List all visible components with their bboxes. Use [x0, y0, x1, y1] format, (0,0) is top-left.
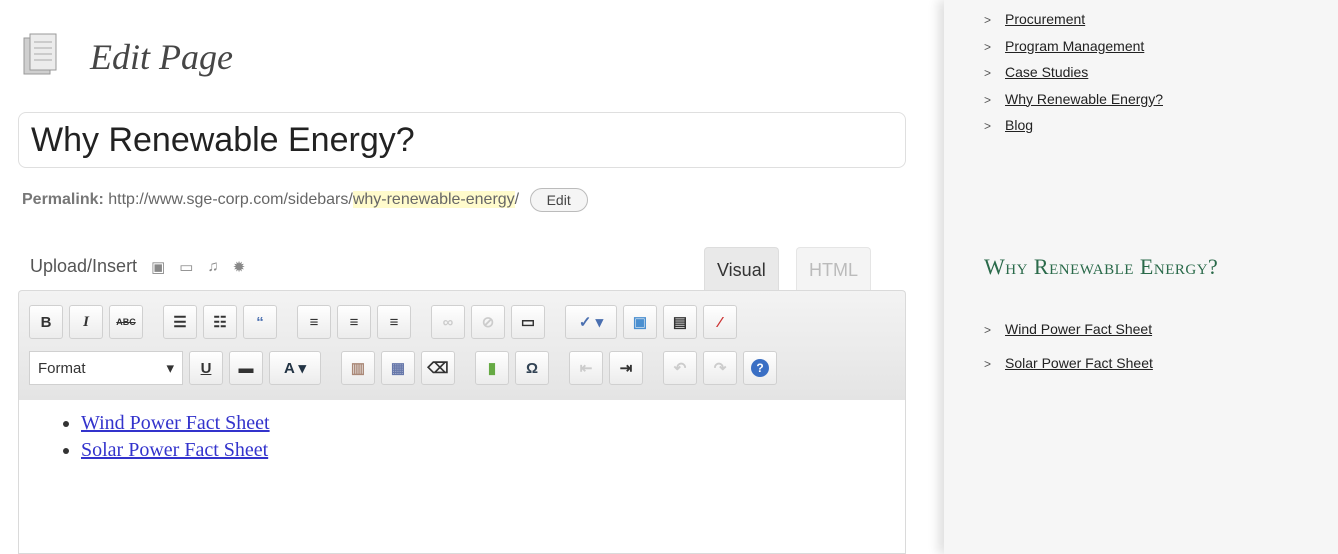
image-icon[interactable]: ▣	[151, 258, 165, 276]
sidebar-link-wind[interactable]: Wind Power Fact Sheet	[1005, 321, 1152, 337]
bullet-list-button[interactable]: ☰	[163, 305, 197, 339]
audio-icon[interactable]: ♫	[207, 258, 218, 275]
more-tag-button[interactable]: ▭	[511, 305, 545, 339]
arrow-icon: >	[984, 66, 992, 80]
redo-button[interactable]: ↷	[703, 351, 737, 385]
sidebar-link-solar[interactable]: Solar Power Fact Sheet	[1005, 355, 1153, 371]
italic-button[interactable]: I	[69, 305, 103, 339]
media-icon[interactable]: ✹	[233, 258, 246, 276]
editor-panel: Edit Page Why Renewable Energy? Permalin…	[0, 0, 940, 554]
kitchen-sink-button[interactable]: ▤	[663, 305, 697, 339]
arrow-icon: >	[984, 39, 992, 54]
sidebar-item: > Procurement	[984, 6, 1163, 33]
align-center-button[interactable]: ≡	[337, 305, 371, 339]
content-link-wind[interactable]: Wind Power Fact Sheet	[81, 412, 270, 434]
permalink-label: Permalink:	[22, 191, 104, 209]
video-icon[interactable]: ▭	[179, 258, 193, 276]
sidebar-item: > Program Management	[984, 33, 1163, 60]
insert-link-button[interactable]: ∞	[431, 305, 465, 339]
spellcheck-button[interactable]: ✓ ▾	[565, 305, 617, 339]
edit-permalink-button[interactable]: Edit	[529, 188, 588, 212]
sidebar-link-why-renewable[interactable]: Why Renewable Energy?	[1005, 91, 1163, 107]
underline-button[interactable]: U	[189, 351, 223, 385]
sidebar-item: > Solar Power Fact Sheet	[984, 346, 1153, 380]
sidebar-item: > Wind Power Fact Sheet	[984, 312, 1153, 346]
align-right-button[interactable]: ≡	[377, 305, 411, 339]
list-item: Solar Power Fact Sheet	[81, 439, 905, 462]
toolbar-row-2: Format ▾ U ▬ A ▾ ▥ ▦ ⌫ ▮ Ω ⇤ ⇥ ↶ ↷ ?	[29, 351, 777, 385]
help-button[interactable]: ?	[743, 351, 777, 385]
format-dropdown[interactable]: Format ▾	[29, 351, 183, 385]
strikethrough-button[interactable]: ABC	[109, 305, 143, 339]
indent-button[interactable]: ⇥	[609, 351, 643, 385]
insert-media-button[interactable]: ▮	[475, 351, 509, 385]
page-icon	[22, 32, 62, 82]
undo-button[interactable]: ↶	[663, 351, 697, 385]
numbered-list-button[interactable]: ☷	[203, 305, 237, 339]
sidebar-link-case-studies[interactable]: Case Studies	[1005, 64, 1088, 80]
sidebar-section-list: > Wind Power Fact Sheet > Solar Power Fact…	[984, 312, 1153, 380]
permalink-slug[interactable]: why-renewable-energy	[352, 191, 515, 209]
list-item: Wind Power Fact Sheet	[81, 412, 905, 435]
editor-content-area[interactable]: Wind Power Fact Sheet Solar Power Fact S…	[18, 400, 906, 554]
tab-visual[interactable]: Visual	[704, 247, 779, 292]
unlink-button[interactable]: ⊘	[471, 305, 505, 339]
arrow-icon: >	[984, 119, 992, 133]
page-title: Edit Page	[90, 37, 233, 77]
upload-insert-label: Upload/Insert	[30, 256, 138, 276]
paste-text-button[interactable]: ▥	[341, 351, 375, 385]
sidebar-nav-list: > Procurement > Program Management > Case S…	[984, 6, 1163, 139]
sidebar-item: > Why Renewable Energy?	[984, 86, 1163, 113]
justify-button[interactable]: ▬	[229, 351, 263, 385]
arrow-icon: >	[984, 92, 992, 107]
align-left-button[interactable]: ≡	[297, 305, 331, 339]
sidebar-preview: > Procurement > Program Management > Case S…	[944, 0, 1338, 554]
draft-mode-button[interactable]: ⁄	[703, 305, 737, 339]
sidebar-item: > Case Studies	[984, 59, 1163, 86]
special-char-button[interactable]: Ω	[515, 351, 549, 385]
bold-button[interactable]: B	[29, 305, 63, 339]
outdent-button[interactable]: ⇤	[569, 351, 603, 385]
remove-format-button[interactable]: ⌫	[421, 351, 455, 385]
arrow-icon: >	[984, 13, 992, 27]
blockquote-button[interactable]: “	[243, 305, 277, 339]
sidebar-link-procurement[interactable]: Procurement	[1005, 11, 1085, 27]
chevron-down-icon: ▾	[166, 360, 174, 377]
format-label: Format	[38, 359, 86, 377]
permalink-end: /	[514, 191, 520, 209]
post-title-input[interactable]: Why Renewable Energy?	[18, 112, 906, 168]
text-color-button[interactable]: A ▾	[269, 351, 321, 385]
toolbar-row-1: B I ABC ☰ ☷ “ ≡ ≡ ≡ ∞ ⊘ ▭ ✓ ▾ ▣ ▤ ⁄	[29, 305, 737, 339]
paste-word-button[interactable]: ▦	[381, 351, 415, 385]
content-list: Wind Power Fact Sheet Solar Power Fact S…	[81, 412, 905, 462]
arrow-icon: >	[984, 357, 992, 371]
content-link-solar[interactable]: Solar Power Fact Sheet	[81, 439, 268, 461]
fullscreen-button[interactable]: ▣	[623, 305, 657, 339]
permalink-base: http://www.sge-corp.com/sidebars/	[108, 191, 353, 209]
editor-toolbar: B I ABC ☰ ☷ “ ≡ ≡ ≡ ∞ ⊘ ▭ ✓ ▾ ▣ ▤ ⁄ Form…	[18, 290, 906, 400]
sidebar-item: > Blog	[984, 112, 1163, 139]
sidebar-link-program-management[interactable]: Program Management	[1005, 38, 1144, 54]
sidebar-link-blog[interactable]: Blog	[1005, 117, 1033, 133]
upload-insert-row: Upload/Insert ▣ ▭ ♫ ✹	[30, 256, 245, 277]
permalink-row: Permalink: http://www.sge-corp.com/sideb…	[22, 188, 588, 212]
sidebar-heading: Why Renewable Energy?	[984, 254, 1219, 279]
tab-html[interactable]: HTML	[796, 247, 871, 292]
arrow-icon: >	[984, 323, 992, 337]
